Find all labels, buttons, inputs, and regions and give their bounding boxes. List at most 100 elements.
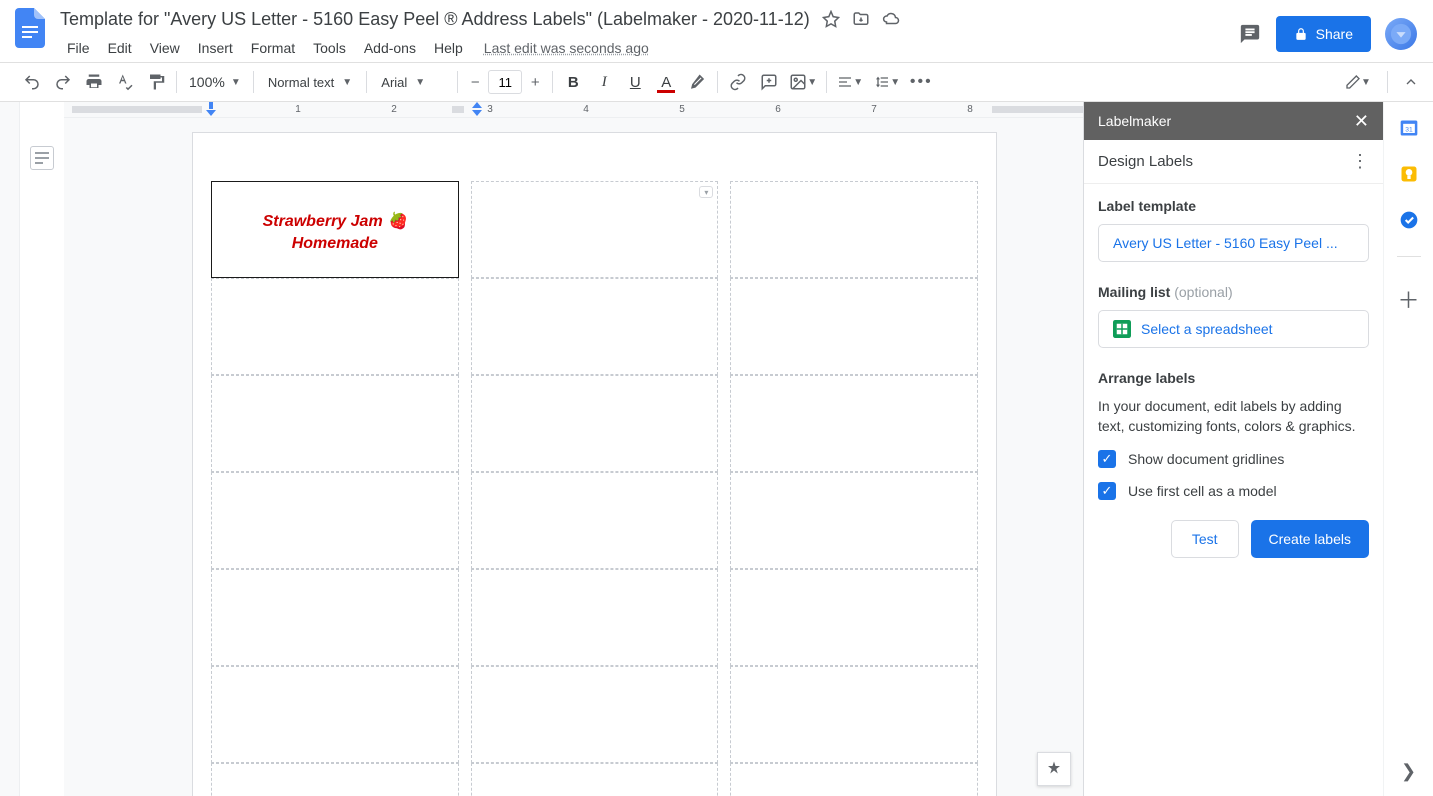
label-cell[interactable]	[730, 666, 978, 763]
checkbox-checked-icon: ✓	[1098, 450, 1116, 468]
label-cell-active[interactable]: Strawberry Jam 🍓 Homemade	[211, 181, 459, 278]
labelmaker-sidebar: Labelmaker ✕ Design Labels ⋮ Label templ…	[1083, 102, 1383, 796]
document-outline-icon[interactable]	[30, 146, 54, 170]
spellcheck-icon[interactable]	[111, 68, 139, 96]
get-addons-icon[interactable]: ＋	[1397, 283, 1419, 315]
label-template-selector[interactable]: Avery US Letter - 5160 Easy Peel ...	[1098, 224, 1369, 262]
insert-image-icon[interactable]: ▼	[786, 68, 820, 96]
ruler-number: 1	[295, 104, 301, 115]
label-cell[interactable]	[730, 763, 978, 796]
create-labels-button[interactable]: Create labels	[1251, 520, 1370, 558]
chevron-down-icon: ▼	[415, 77, 425, 88]
menu-tools[interactable]: Tools	[306, 36, 353, 60]
more-options-icon[interactable]: ⋮	[1351, 151, 1369, 172]
sidebar-subheader: Design Labels ⋮	[1084, 140, 1383, 184]
font-size-control: − +	[464, 70, 546, 94]
explore-button[interactable]	[1037, 752, 1071, 786]
paragraph-style-value: Normal text	[268, 75, 334, 90]
test-button[interactable]: Test	[1171, 520, 1239, 558]
show-gridlines-checkbox[interactable]: ✓ Show document gridlines	[1098, 450, 1369, 468]
move-to-folder-icon[interactable]	[852, 10, 870, 28]
google-keep-icon[interactable]	[1399, 164, 1419, 184]
cell-menu-handle-icon[interactable]: ▾	[699, 186, 713, 198]
line-spacing-icon[interactable]: ▼	[870, 68, 904, 96]
label-cell[interactable]	[211, 375, 459, 472]
print-icon[interactable]	[80, 68, 108, 96]
italic-icon[interactable]: I	[590, 68, 618, 96]
first-line-indent-marker-icon[interactable]	[472, 102, 482, 116]
more-tools-icon[interactable]: •••	[907, 68, 935, 96]
cloud-status-icon[interactable]	[882, 10, 900, 28]
document-page[interactable]: Strawberry Jam 🍓 Homemade ▾	[192, 132, 997, 796]
text-color-icon[interactable]: A	[652, 68, 680, 96]
label-cell[interactable]	[471, 472, 719, 569]
underline-icon[interactable]: U	[621, 68, 649, 96]
google-docs-icon[interactable]	[12, 10, 48, 46]
label-cell[interactable]	[211, 472, 459, 569]
align-icon[interactable]: ▼	[833, 68, 867, 96]
google-tasks-icon[interactable]	[1399, 210, 1419, 230]
star-icon[interactable]	[822, 10, 840, 28]
collapse-toolbar-icon[interactable]	[1397, 68, 1425, 96]
undo-icon[interactable]	[18, 68, 46, 96]
insert-link-icon[interactable]	[724, 68, 752, 96]
ruler-number: 8	[967, 104, 973, 115]
menu-help[interactable]: Help	[427, 36, 470, 60]
select-spreadsheet-label: Select a spreadsheet	[1141, 321, 1273, 337]
zoom-dropdown[interactable]: 100%▼	[183, 74, 247, 90]
bold-icon[interactable]: B	[559, 68, 587, 96]
header-right: Share	[1238, 6, 1417, 52]
left-indent-marker-icon[interactable]	[206, 102, 216, 116]
label-cell[interactable]	[730, 569, 978, 666]
close-icon[interactable]: ✕	[1354, 111, 1369, 132]
label-cell-text[interactable]: Strawberry Jam 🍓 Homemade	[212, 210, 458, 254]
font-size-input[interactable]	[488, 70, 522, 94]
paragraph-style-dropdown[interactable]: Normal text▼	[260, 75, 360, 90]
horizontal-ruler[interactable]: 1 2 3 4 5 6 7 8	[64, 102, 1083, 118]
label-cell[interactable]	[730, 472, 978, 569]
label-cell[interactable]	[211, 569, 459, 666]
select-spreadsheet-button[interactable]: Select a spreadsheet	[1098, 310, 1369, 348]
mailing-list-heading: Mailing list (optional)	[1098, 284, 1369, 300]
label-cell[interactable]	[471, 569, 719, 666]
decrease-font-size-button[interactable]: −	[464, 70, 486, 94]
highlight-color-icon[interactable]	[683, 68, 711, 96]
paint-format-icon[interactable]	[142, 68, 170, 96]
increase-font-size-button[interactable]: +	[524, 70, 546, 94]
label-cell[interactable]: ▾	[471, 181, 719, 278]
add-comment-icon[interactable]	[755, 68, 783, 96]
label-cell[interactable]	[211, 763, 459, 796]
redo-icon[interactable]	[49, 68, 77, 96]
use-first-cell-label: Use first cell as a model	[1128, 483, 1277, 499]
share-button[interactable]: Share	[1276, 16, 1371, 52]
use-first-cell-checkbox[interactable]: ✓ Use first cell as a model	[1098, 482, 1369, 500]
label-line-1: Strawberry Jam 🍓	[263, 213, 407, 230]
arrange-labels-description: In your document, edit labels by adding …	[1098, 396, 1369, 436]
label-cell[interactable]	[211, 666, 459, 763]
workspace: 1 2 3 4 5 6 7 8 Strawberry Jam 🍓 Homema	[0, 102, 1433, 796]
label-cell[interactable]	[471, 278, 719, 375]
menu-insert[interactable]: Insert	[191, 36, 240, 60]
label-cell[interactable]	[730, 278, 978, 375]
last-edit-text[interactable]: Last edit was seconds ago	[484, 40, 649, 56]
account-avatar[interactable]	[1385, 18, 1417, 50]
menu-file[interactable]: File	[60, 36, 97, 60]
google-calendar-icon[interactable]: 31	[1399, 118, 1419, 138]
hide-side-panel-icon[interactable]: ❯	[1401, 761, 1416, 782]
menu-format[interactable]: Format	[244, 36, 302, 60]
separator	[176, 71, 177, 93]
open-comments-icon[interactable]	[1238, 22, 1262, 46]
editing-mode-icon[interactable]: ▼	[1338, 68, 1378, 96]
label-cell[interactable]	[471, 375, 719, 472]
label-cell[interactable]	[730, 181, 978, 278]
label-cell[interactable]	[471, 666, 719, 763]
menu-edit[interactable]: Edit	[101, 36, 139, 60]
header-bar: Template for "Avery US Letter - 5160 Eas…	[0, 0, 1433, 62]
label-cell[interactable]	[730, 375, 978, 472]
label-cell[interactable]	[471, 763, 719, 796]
menu-view[interactable]: View	[143, 36, 187, 60]
menu-addons[interactable]: Add-ons	[357, 36, 423, 60]
label-cell[interactable]	[211, 278, 459, 375]
font-family-dropdown[interactable]: Arial▼	[373, 75, 451, 90]
document-title[interactable]: Template for "Avery US Letter - 5160 Eas…	[60, 9, 810, 30]
